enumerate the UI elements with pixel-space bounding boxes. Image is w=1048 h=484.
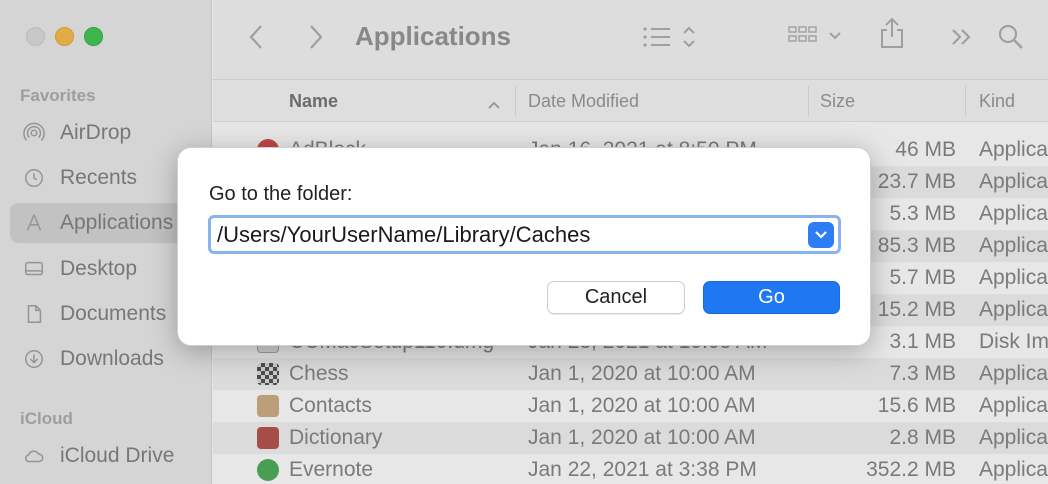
finder-window: Favorites AirDrop Recents Applications D… xyxy=(0,0,1048,484)
dialog-label: Go to the folder: xyxy=(209,183,353,205)
folder-path-input[interactable] xyxy=(217,221,797,249)
go-to-folder-dialog: Go to the folder: Cancel Go xyxy=(177,147,871,346)
path-history-dropdown[interactable] xyxy=(808,222,834,248)
cancel-button[interactable]: Cancel xyxy=(547,281,685,314)
folder-path-field[interactable] xyxy=(208,215,841,254)
chevron-down-icon xyxy=(815,231,827,239)
go-button[interactable]: Go xyxy=(703,281,840,314)
